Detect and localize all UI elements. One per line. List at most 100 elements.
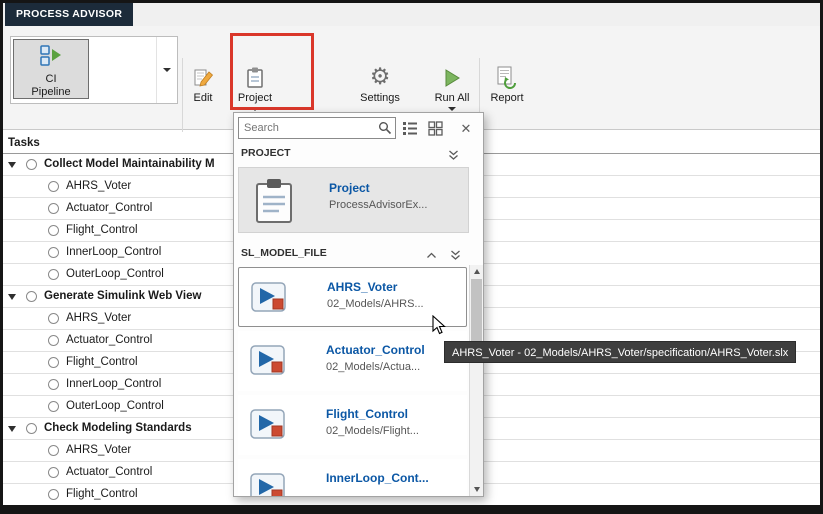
search-icon — [378, 121, 392, 138]
task-status-icon — [48, 445, 59, 456]
popup-item-model[interactable]: Actuator_Control 02_Models/Actua... — [238, 331, 467, 391]
popup-item-name: Project — [329, 181, 370, 195]
task-status-icon — [48, 269, 59, 280]
task-group-label: Generate Simulink Web View — [44, 286, 201, 307]
project-section-title: PROJECT — [241, 147, 291, 159]
tab-strip: PROCESS ADVISOR — [0, 0, 823, 26]
task-label: OuterLoop_Control — [66, 264, 164, 285]
task-status-icon — [48, 181, 59, 192]
task-label: InnerLoop_Control — [66, 242, 161, 263]
collapse-section-icon[interactable] — [450, 248, 461, 268]
ci-pipeline-icon — [39, 40, 63, 73]
task-group-label: Check Modeling Standards — [44, 418, 192, 439]
scrollbar-down-button[interactable] — [470, 483, 483, 496]
run-all-label: Run All — [435, 92, 470, 104]
task-status-icon — [48, 379, 59, 390]
popup-item-model[interactable]: Flight_Control 02_Models/Flight... — [238, 395, 467, 455]
task-status-icon — [48, 225, 59, 236]
ci-pipeline-button[interactable]: CI Pipeline — [13, 39, 89, 99]
popup-item-detail: 02_Models/Actua... — [326, 361, 420, 373]
cursor-pointer — [431, 315, 449, 340]
task-status-icon — [48, 247, 59, 258]
task-status-icon — [48, 203, 59, 214]
popup-item-detail: 02_Models/Flight... — [326, 425, 419, 437]
popup-item-name: Flight_Control — [326, 407, 408, 421]
task-status-icon — [48, 313, 59, 324]
simulink-model-icon — [250, 409, 286, 443]
task-label: InnerLoop_Control — [66, 374, 161, 395]
tab-process-advisor[interactable]: PROCESS ADVISOR — [5, 3, 133, 26]
collapse-triangle-icon[interactable] — [8, 162, 16, 168]
task-status-icon — [48, 401, 59, 412]
simulink-model-icon — [250, 473, 286, 497]
ci-pipeline-label-line1: CI — [46, 73, 57, 86]
triangle-down-icon — [474, 487, 480, 492]
model-section-title: SL_MODEL_FILE — [241, 247, 327, 259]
simulink-model-icon — [251, 282, 287, 316]
task-label: Flight_Control — [66, 220, 138, 241]
search-input[interactable] — [238, 117, 396, 139]
popup-item-model[interactable]: InnerLoop_Cont... — [238, 459, 467, 497]
project-clipboard-icon — [253, 177, 295, 228]
collapse-triangle-icon[interactable] — [8, 426, 16, 432]
process-gallery-dropdown-button[interactable] — [156, 37, 177, 103]
project-section-header: PROJECT — [234, 143, 483, 163]
run-all-icon — [441, 62, 463, 89]
report-button[interactable]: Report — [484, 62, 530, 134]
edit-label: Edit — [194, 92, 213, 104]
task-label: Flight_Control — [66, 352, 138, 373]
close-popup-button[interactable]: ✕ — [456, 119, 476, 138]
edit-button[interactable]: Edit — [184, 62, 222, 134]
task-label: Flight_Control — [66, 484, 138, 505]
report-label: Report — [490, 92, 523, 104]
window-border — [0, 505, 823, 514]
task-status-icon — [48, 467, 59, 478]
task-status-icon — [48, 357, 59, 368]
task-status-icon — [26, 159, 37, 170]
task-status-icon — [26, 423, 37, 434]
task-label: Actuator_Control — [66, 330, 152, 351]
simulink-model-icon — [250, 345, 286, 379]
task-label: AHRS_Voter — [66, 308, 131, 329]
task-status-icon — [26, 291, 37, 302]
scrollbar-thumb[interactable] — [471, 279, 482, 345]
popup-item-name: AHRS_Voter — [327, 280, 397, 294]
scrollbar-up-button[interactable] — [470, 265, 483, 278]
process-gallery: CI Pipeline — [10, 36, 178, 104]
tooltip: AHRS_Voter - 02_Models/AHRS_Voter/specif… — [444, 341, 796, 363]
close-icon: ✕ — [461, 119, 472, 138]
popup-item-name: InnerLoop_Cont... — [326, 471, 429, 485]
report-icon — [496, 62, 518, 89]
settings-label: Settings — [360, 92, 400, 104]
task-group-label: Collect Model Maintainability M — [44, 154, 215, 175]
task-label: AHRS_Voter — [66, 176, 131, 197]
list-view-button[interactable] — [400, 119, 420, 138]
task-status-icon — [48, 335, 59, 346]
task-label: OuterLoop_Control — [66, 396, 164, 417]
triangle-up-icon — [474, 269, 480, 274]
ci-pipeline-label-line2: Pipeline — [31, 86, 70, 99]
project-dropdown-popup: ✕ PROJECT Project P — [233, 112, 484, 497]
scroll-up-section-icon[interactable] — [426, 248, 437, 268]
popup-item-detail: 02_Models/AHRS... — [327, 298, 424, 310]
window-border — [0, 0, 3, 514]
task-label: Actuator_Control — [66, 462, 152, 483]
popup-item-detail: ProcessAdvisorEx... — [329, 199, 427, 211]
popup-item-project[interactable]: Project ProcessAdvisorEx... — [238, 167, 469, 233]
search-field — [238, 117, 396, 139]
popup-item-name: Actuator_Control — [326, 343, 425, 357]
collapse-section-icon[interactable] — [448, 148, 459, 168]
annotation-highlight-box — [230, 33, 314, 110]
task-status-icon — [48, 489, 59, 500]
collapse-triangle-icon[interactable] — [8, 294, 16, 300]
chevron-down-icon — [448, 107, 456, 111]
model-section-header: SL_MODEL_FILE — [234, 243, 483, 263]
process-advisor-window: PROCESS ADVISOR CI Pipeline PROCESS — [0, 0, 823, 514]
grid-view-button[interactable] — [425, 119, 445, 138]
task-label: AHRS_Voter — [66, 440, 131, 461]
edit-icon — [193, 62, 214, 89]
popup-scrollbar[interactable] — [469, 265, 483, 496]
gear-icon: ⚙ — [370, 62, 391, 89]
chevron-down-icon — [163, 68, 171, 72]
window-border — [0, 0, 823, 3]
